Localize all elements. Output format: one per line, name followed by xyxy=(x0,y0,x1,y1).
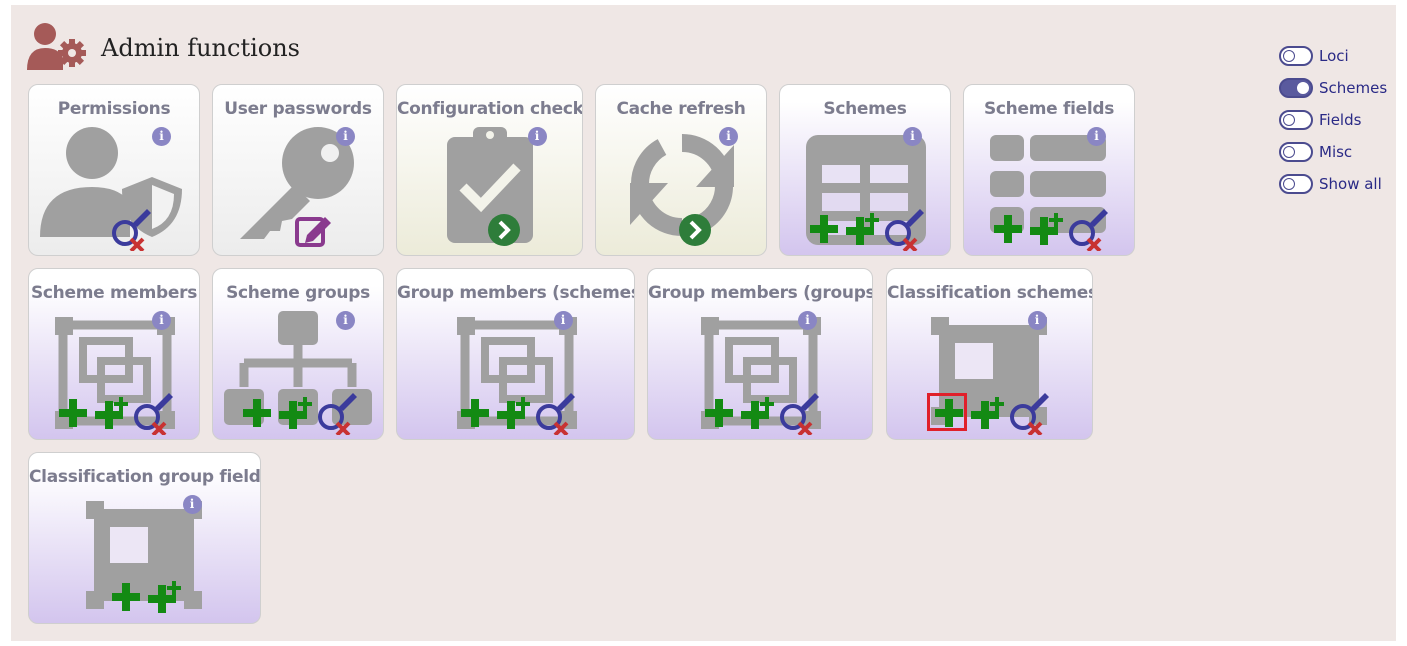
info-icon[interactable]: i xyxy=(719,127,738,146)
tile-permissions[interactable]: Permissions i xyxy=(28,84,200,256)
query-edit-delete-icon[interactable] xyxy=(317,393,357,439)
tile-label: Scheme fields xyxy=(983,99,1115,119)
tile-configuration-check[interactable]: Configuration check i xyxy=(396,84,583,256)
info-icon[interactable]: i xyxy=(152,127,171,146)
tile-user-passwords[interactable]: User passwords i xyxy=(212,84,384,256)
info-icon[interactable]: i xyxy=(1087,127,1106,146)
tile-label: Classification group fields xyxy=(29,467,261,487)
go-icon[interactable] xyxy=(678,213,712,251)
toggle-switch[interactable] xyxy=(1279,174,1313,194)
tile-cache-refresh[interactable]: Cache refresh i xyxy=(595,84,767,256)
tile-group-members-schemes[interactable]: Group members (schemes) i xyxy=(396,268,635,440)
tile-label: Configuration check xyxy=(397,99,583,119)
info-icon[interactable]: i xyxy=(527,127,547,146)
tile-schemes[interactable]: Schemes i xyxy=(779,84,951,256)
tile-label: Scheme members xyxy=(30,283,198,303)
tile-label: User passwords xyxy=(224,99,372,119)
query-edit-delete-icon[interactable] xyxy=(111,209,151,255)
tile-group-members-groups[interactable]: Group members (groups) i xyxy=(647,268,873,440)
filter-toggles: Loci Schemes Fields Misc Show all xyxy=(1279,40,1387,200)
edit-icon[interactable] xyxy=(295,213,333,251)
add-icon[interactable] xyxy=(703,397,735,433)
toggle-label: Show all xyxy=(1319,175,1382,193)
query-edit-delete-icon[interactable] xyxy=(1068,209,1108,255)
info-icon[interactable]: i xyxy=(182,495,202,514)
tile-label: Classification schemes xyxy=(887,283,1093,303)
query-edit-delete-icon[interactable] xyxy=(535,393,575,439)
query-edit-delete-icon[interactable] xyxy=(1009,393,1049,439)
info-icon[interactable]: i xyxy=(152,311,171,330)
tile-label: Group members (schemes) xyxy=(397,283,635,303)
add-icon[interactable] xyxy=(459,397,491,433)
query-edit-delete-icon[interactable] xyxy=(133,393,173,439)
batch-add-icon[interactable] xyxy=(1028,213,1064,251)
toggle-schemes[interactable]: Schemes xyxy=(1279,72,1387,104)
toggle-label: Schemes xyxy=(1319,79,1388,97)
add-icon[interactable] xyxy=(57,397,89,433)
info-icon[interactable]: i xyxy=(553,311,573,330)
info-icon[interactable]: i xyxy=(336,127,355,146)
go-icon[interactable] xyxy=(487,213,521,251)
page-title: Admin functions xyxy=(101,34,300,62)
batch-add-icon[interactable] xyxy=(969,397,1005,435)
tile-classification-schemes[interactable]: Classification schemes i xyxy=(886,268,1093,440)
tile-label: Cache refresh xyxy=(616,99,746,119)
tile-classification-group-fields[interactable]: Classification group fields i xyxy=(28,452,261,624)
batch-add-icon[interactable] xyxy=(844,213,880,251)
query-edit-delete-icon[interactable] xyxy=(779,393,819,439)
batch-add-icon[interactable] xyxy=(495,397,531,435)
toggle-switch[interactable] xyxy=(1279,78,1313,98)
add-icon[interactable] xyxy=(808,213,840,249)
info-icon[interactable]: i xyxy=(798,311,817,330)
add-icon[interactable] xyxy=(241,397,273,433)
toggle-label: Fields xyxy=(1319,111,1362,129)
batch-add-icon[interactable] xyxy=(277,397,313,435)
toggle-switch[interactable] xyxy=(1279,46,1313,66)
add-icon[interactable] xyxy=(992,213,1024,249)
toggle-misc[interactable]: Misc xyxy=(1279,136,1387,168)
info-icon[interactable]: i xyxy=(336,311,355,330)
info-icon[interactable]: i xyxy=(1027,311,1047,330)
page-header: Admin functions xyxy=(25,20,300,76)
tile-scheme-members[interactable]: Scheme members i xyxy=(28,268,200,440)
batch-add-icon[interactable] xyxy=(93,397,129,435)
query-edit-delete-icon[interactable] xyxy=(884,209,924,255)
admin-user-gear-icon xyxy=(25,20,89,76)
toggle-show-all[interactable]: Show all xyxy=(1279,168,1387,200)
tile-label: Group members (groups) xyxy=(648,283,873,303)
tile-scheme-groups[interactable]: Scheme groups i xyxy=(212,268,384,440)
tile-label: Permissions xyxy=(57,99,171,119)
toggle-switch[interactable] xyxy=(1279,110,1313,130)
toggle-fields[interactable]: Fields xyxy=(1279,104,1387,136)
toggle-loci[interactable]: Loci xyxy=(1279,40,1387,72)
batch-add-icon[interactable] xyxy=(146,581,182,619)
tile-scheme-fields[interactable]: Scheme fields i xyxy=(963,84,1135,256)
add-icon[interactable] xyxy=(110,581,142,617)
batch-add-icon[interactable] xyxy=(739,397,775,435)
info-icon[interactable]: i xyxy=(903,127,922,146)
highlight-box xyxy=(927,393,967,431)
tile-label: Scheme groups xyxy=(226,283,370,303)
tile-label: Schemes xyxy=(823,99,907,119)
toggle-label: Misc xyxy=(1319,143,1353,161)
toggle-switch[interactable] xyxy=(1279,142,1313,162)
toggle-label: Loci xyxy=(1319,47,1349,65)
